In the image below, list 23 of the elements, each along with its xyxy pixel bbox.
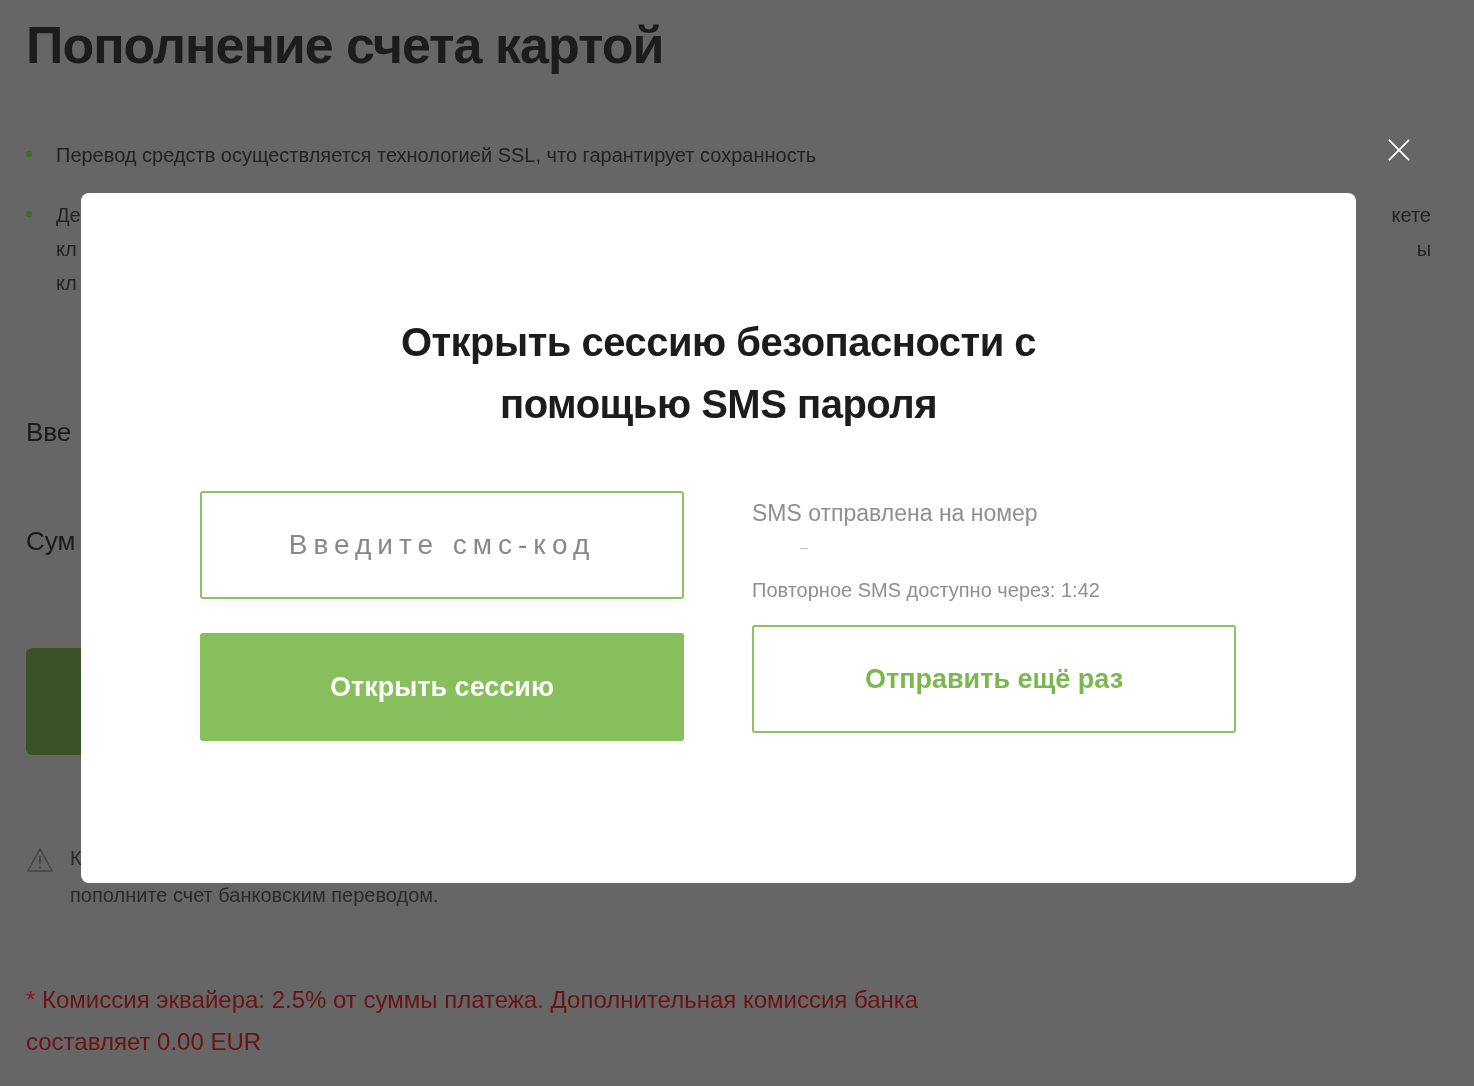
warning-text: пополните счет банковским переводом.: [70, 883, 439, 908]
close-icon[interactable]: [1388, 139, 1410, 161]
bullet-text: кл: [56, 271, 77, 296]
modal-title: Открыть сессию безопасности с помощью SMS пароля: [399, 319, 1038, 428]
phone-number: –: [799, 538, 809, 557]
open-session-button[interactable]: Открыть сессию: [200, 633, 684, 741]
bullet-text: Перевод средств осуществляется технологией SSL, что гарантирует сохранность: [56, 143, 817, 168]
warning-text: К: [70, 846, 83, 871]
bullet-text: кл: [56, 237, 77, 262]
sms-sent-label: SMS отправлена на номер: [752, 499, 1039, 528]
field-label: Вве: [26, 416, 72, 449]
page-title: Пополнение счета картой: [26, 15, 665, 76]
bullet-text: ы: [1416, 237, 1431, 262]
warning-icon: [26, 847, 54, 873]
bullet-text: кете: [1391, 203, 1431, 228]
resend-button[interactable]: Отправить ещё раз: [752, 625, 1236, 733]
bullet-dot: [26, 211, 32, 217]
field-label: Сум: [26, 525, 76, 558]
bullet-text: Де: [56, 203, 81, 228]
resend-timer: Повторное SMS доступно через: 1:42: [752, 578, 1101, 603]
bullet-dot: [26, 151, 32, 157]
commission-note: * Комиссия эквайера: 2.5% от суммы платежа. Дополнительная комиссия банка составляет 0.00 EUR: [26, 985, 920, 1057]
sms-code-field[interactable]: Введите смс-код: [200, 491, 684, 599]
